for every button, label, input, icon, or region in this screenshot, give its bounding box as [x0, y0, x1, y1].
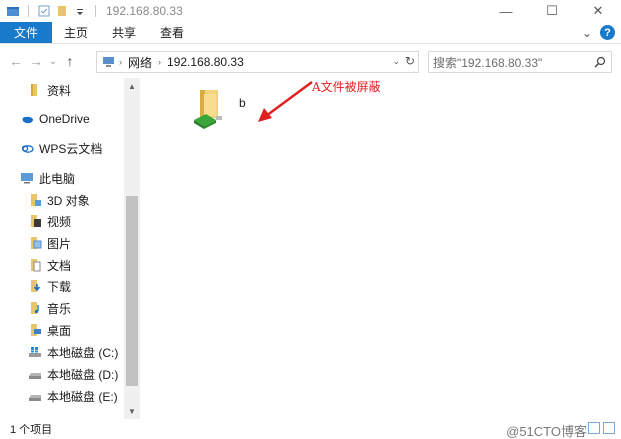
shared-folder-icon[interactable] [190, 86, 230, 132]
folder-icon [31, 84, 37, 96]
address-dropdown-icon[interactable]: ⌄ [392, 56, 400, 67]
music-icon [31, 302, 39, 314]
sidebar-item-documents[interactable]: 文档 [28, 255, 71, 275]
toolbar-separator [95, 5, 96, 17]
pictures-icon [31, 237, 42, 249]
downloads-icon [31, 280, 41, 292]
folder-name[interactable]: b [239, 96, 246, 110]
title-bar: 192.168.80.33 — ☐ ✕ [0, 0, 621, 22]
sidebar-item-label: 桌面 [47, 323, 72, 338]
cloud-icon [22, 116, 33, 124]
quick-access-toolbar [0, 4, 100, 18]
toolbar-separator [28, 5, 29, 17]
tab-view[interactable]: 查看 [148, 22, 196, 43]
sidebar-item-label: 此电脑 [39, 171, 76, 186]
search-placeholder: 搜索"192.168.80.33" [433, 55, 543, 70]
file-list-pane: b A文件被屏蔽 [140, 78, 621, 419]
refresh-icon[interactable]: ↻ [405, 54, 415, 68]
sidebar-item-drive-e[interactable]: 本地磁盘 (E:) [28, 386, 118, 406]
sidebar-item-music[interactable]: 音乐 [28, 298, 71, 318]
drive-icon [29, 373, 41, 379]
computer-icon [21, 173, 33, 184]
sidebar-item-drive-d[interactable]: 本地磁盘 (D:) [28, 364, 118, 384]
sidebar-scrollbar[interactable]: ▲ ▼ [124, 78, 140, 419]
sidebar-item-label: 本地磁盘 (D:) [47, 367, 119, 382]
details-view-icon[interactable] [588, 422, 600, 434]
help-button[interactable]: ? [600, 25, 615, 40]
navigation-pane: 资料 OneDrive WPS云文档 此电脑 3D 对象 视频 图片 文档 下载… [0, 78, 140, 419]
back-button[interactable]: ← [6, 51, 26, 71]
tab-file[interactable]: 文件 [0, 22, 53, 43]
sidebar-item-pictures[interactable]: 图片 [28, 233, 71, 253]
sidebar-item-drive-c[interactable]: 本地磁盘 (C:) [28, 342, 118, 362]
sidebar-item-label: WPS云文档 [39, 141, 103, 156]
desktop-icon [31, 324, 41, 336]
properties-icon[interactable] [37, 4, 51, 18]
watermark: @51CTO博客 [506, 424, 587, 439]
sidebar-item-3d-objects[interactable]: 3D 对象 [28, 190, 90, 210]
sidebar-item-videos[interactable]: 视频 [28, 211, 71, 231]
sidebar-item-wps-cloud[interactable]: WPS云文档 [20, 138, 102, 158]
ribbon-tabs: 文件 主页 共享 查看 ⌄ ? [0, 22, 621, 44]
expand-ribbon-button[interactable]: ⌄ [582, 26, 592, 40]
window-controls: — ☐ ✕ [483, 0, 621, 22]
view-switcher [588, 422, 615, 434]
search-input[interactable]: 搜索"192.168.80.33" [428, 51, 612, 73]
sidebar-item-label: 下载 [47, 279, 72, 294]
customize-dropdown-icon[interactable] [73, 4, 87, 18]
drive-icon [29, 395, 41, 401]
sidebar-item-label: OneDrive [39, 112, 90, 126]
scroll-up-arrow-icon[interactable]: ▲ [124, 78, 140, 94]
large-icons-view-icon[interactable] [603, 422, 615, 434]
maximize-button[interactable]: ☐ [529, 0, 575, 22]
annotation-text: A文件被屏蔽 [312, 80, 381, 94]
recent-locations-button[interactable]: ⌄ [46, 51, 60, 71]
video-icon [31, 215, 41, 227]
sidebar-item-label: 音乐 [47, 301, 72, 316]
window-title: 192.168.80.33 [106, 4, 183, 18]
forward-button[interactable]: → [26, 51, 46, 71]
windows-drive-icon [29, 347, 41, 357]
sidebar-item-label: 图片 [47, 236, 72, 251]
search-icon[interactable] [593, 55, 607, 69]
sidebar-item-ziliao[interactable]: 资料 [28, 80, 71, 100]
new-folder-icon[interactable] [55, 4, 69, 18]
address-bar[interactable]: › 网络 › 192.168.80.33 ⌄ ↻ [96, 51, 419, 73]
breadcrumb-host[interactable]: 192.168.80.33 [167, 55, 244, 69]
documents-icon [31, 259, 41, 272]
scroll-down-arrow-icon[interactable]: ▼ [124, 403, 140, 419]
sidebar-item-label: 视频 [47, 214, 72, 229]
status-bar: 1 个项目 @51CTO博客 [0, 419, 621, 439]
wps-cloud-icon [21, 145, 34, 153]
tab-home[interactable]: 主页 [52, 22, 100, 43]
sidebar-item-label: 3D 对象 [47, 193, 90, 208]
sidebar-item-label: 本地磁盘 (E:) [47, 389, 118, 404]
sidebar-item-label: 本地磁盘 (C:) [47, 345, 119, 360]
network-icon [103, 57, 114, 67]
sidebar-item-downloads[interactable]: 下载 [28, 276, 71, 296]
sidebar-item-onedrive[interactable]: OneDrive [20, 109, 90, 129]
folder-item[interactable] [190, 86, 250, 136]
sidebar-item-label: 资料 [47, 83, 72, 98]
scroll-thumb[interactable] [126, 196, 138, 386]
explorer-window-icon[interactable] [6, 4, 20, 18]
tab-share[interactable]: 共享 [100, 22, 148, 43]
sidebar-item-this-pc[interactable]: 此电脑 [20, 168, 75, 188]
sidebar-item-desktop[interactable]: 桌面 [28, 320, 71, 340]
3d-objects-icon [31, 194, 41, 206]
breadcrumb-separator[interactable]: › [158, 57, 161, 67]
item-count: 1 个项目 [10, 424, 53, 436]
navigation-bar: ← → ⌄ ↑ › 网络 › 192.168.80.33 ⌄ ↻ 搜索"192.… [0, 44, 621, 78]
up-button[interactable]: ↑ [60, 51, 80, 71]
breadcrumb-network[interactable]: 网络 [128, 54, 152, 71]
sidebar-item-label: 文档 [47, 258, 72, 273]
close-button[interactable]: ✕ [575, 0, 621, 22]
breadcrumb-separator[interactable]: › [119, 57, 122, 67]
ribbon-right-controls: ⌄ ? [582, 25, 615, 40]
minimize-button[interactable]: — [483, 0, 529, 22]
